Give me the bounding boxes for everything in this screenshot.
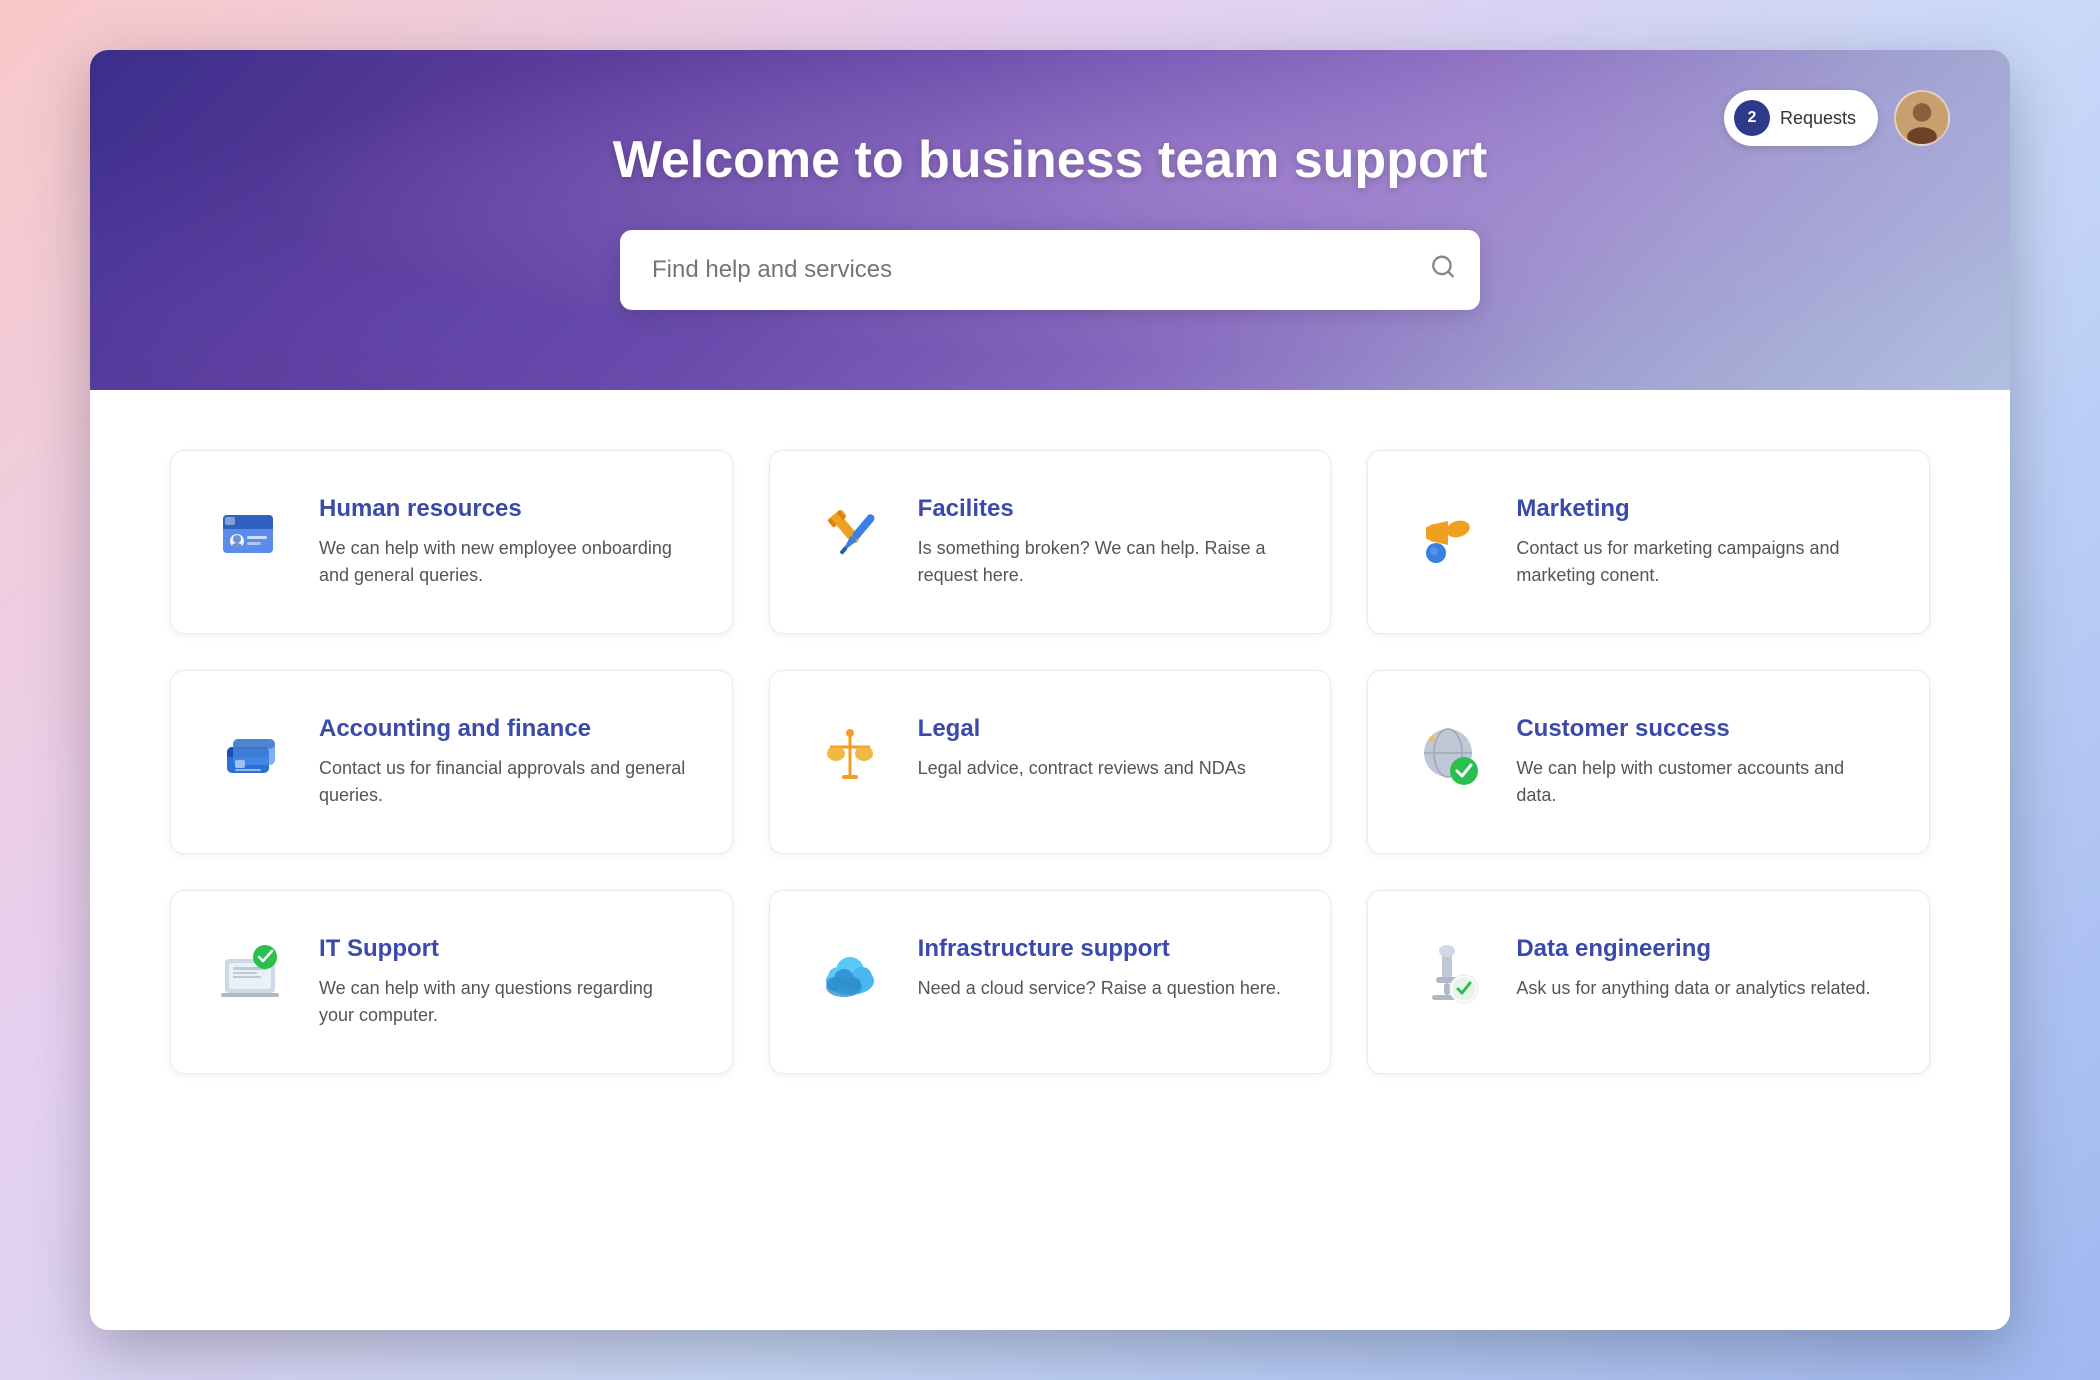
hero-header: 2 Requests Welcome to business team supp… bbox=[90, 50, 2010, 390]
card-text-human-resources: Human resources We can help with new emp… bbox=[319, 495, 692, 589]
requests-button[interactable]: 2 Requests bbox=[1724, 90, 1878, 146]
card-icon-marketing bbox=[1408, 495, 1488, 575]
requests-label: Requests bbox=[1780, 108, 1856, 129]
card-text-customer-success: Customer success We can help with custom… bbox=[1516, 715, 1889, 809]
card-icon-legal bbox=[810, 715, 890, 795]
card-desc-marketing: Contact us for marketing campaigns and m… bbox=[1516, 535, 1889, 589]
service-card-marketing[interactable]: Marketing Contact us for marketing campa… bbox=[1367, 450, 1930, 634]
service-card-human-resources[interactable]: Human resources We can help with new emp… bbox=[170, 450, 733, 634]
card-title-marketing: Marketing bbox=[1516, 495, 1889, 523]
card-title-legal: Legal bbox=[918, 715, 1291, 743]
card-title-accounting-finance: Accounting and finance bbox=[319, 715, 692, 743]
service-card-accounting-finance[interactable]: Accounting and finance Contact us for fi… bbox=[170, 670, 733, 854]
card-title-data-engineering: Data engineering bbox=[1516, 935, 1889, 963]
requests-badge: 2 bbox=[1734, 100, 1770, 136]
card-title-facilities: Facilites bbox=[918, 495, 1291, 523]
card-title-infrastructure-support: Infrastructure support bbox=[918, 935, 1291, 963]
search-input[interactable] bbox=[620, 230, 1480, 310]
card-text-accounting-finance: Accounting and finance Contact us for fi… bbox=[319, 715, 692, 809]
service-card-customer-success[interactable]: Customer success We can help with custom… bbox=[1367, 670, 1930, 854]
card-desc-legal: Legal advice, contract reviews and NDAs bbox=[918, 755, 1291, 782]
service-card-facilities[interactable]: Facilites Is something broken? We can he… bbox=[769, 450, 1332, 634]
card-desc-it-support: We can help with any questions regarding… bbox=[319, 975, 692, 1029]
card-text-data-engineering: Data engineering Ask us for anything dat… bbox=[1516, 935, 1889, 1002]
card-text-legal: Legal Legal advice, contract reviews and… bbox=[918, 715, 1291, 782]
card-title-human-resources: Human resources bbox=[319, 495, 692, 523]
card-icon-it-support bbox=[211, 935, 291, 1015]
card-icon-accounting-finance bbox=[211, 715, 291, 795]
card-icon-customer-success bbox=[1408, 715, 1488, 795]
card-title-it-support: IT Support bbox=[319, 935, 692, 963]
card-icon-facilities bbox=[810, 495, 890, 575]
avatar[interactable] bbox=[1894, 90, 1950, 146]
search-bar bbox=[620, 230, 1480, 310]
card-icon-infrastructure-support bbox=[810, 935, 890, 1015]
card-desc-customer-success: We can help with customer accounts and d… bbox=[1516, 755, 1889, 809]
service-card-infrastructure-support[interactable]: Infrastructure support Need a cloud serv… bbox=[769, 890, 1332, 1074]
card-desc-accounting-finance: Contact us for financial approvals and g… bbox=[319, 755, 692, 809]
card-icon-human-resources bbox=[211, 495, 291, 575]
card-desc-human-resources: We can help with new employee onboarding… bbox=[319, 535, 692, 589]
card-desc-infrastructure-support: Need a cloud service? Raise a question h… bbox=[918, 975, 1291, 1002]
card-text-marketing: Marketing Contact us for marketing campa… bbox=[1516, 495, 1889, 589]
card-desc-facilities: Is something broken? We can help. Raise … bbox=[918, 535, 1291, 589]
hero-title: Welcome to business team support bbox=[613, 130, 1488, 190]
card-icon-data-engineering bbox=[1408, 935, 1488, 1015]
card-text-it-support: IT Support We can help with any question… bbox=[319, 935, 692, 1029]
cards-grid: Human resources We can help with new emp… bbox=[170, 450, 1930, 1074]
service-card-data-engineering[interactable]: Data engineering Ask us for anything dat… bbox=[1367, 890, 1930, 1074]
card-title-customer-success: Customer success bbox=[1516, 715, 1889, 743]
content-area: Human resources We can help with new emp… bbox=[90, 390, 2010, 1330]
service-card-it-support[interactable]: IT Support We can help with any question… bbox=[170, 890, 733, 1074]
search-icon bbox=[1430, 254, 1456, 287]
card-desc-data-engineering: Ask us for anything data or analytics re… bbox=[1516, 975, 1889, 1002]
service-card-legal[interactable]: Legal Legal advice, contract reviews and… bbox=[769, 670, 1332, 854]
header-top-right: 2 Requests bbox=[1724, 90, 1950, 146]
card-text-facilities: Facilites Is something broken? We can he… bbox=[918, 495, 1291, 589]
card-text-infrastructure-support: Infrastructure support Need a cloud serv… bbox=[918, 935, 1291, 1002]
main-window: 2 Requests Welcome to business team supp… bbox=[90, 50, 2010, 1330]
